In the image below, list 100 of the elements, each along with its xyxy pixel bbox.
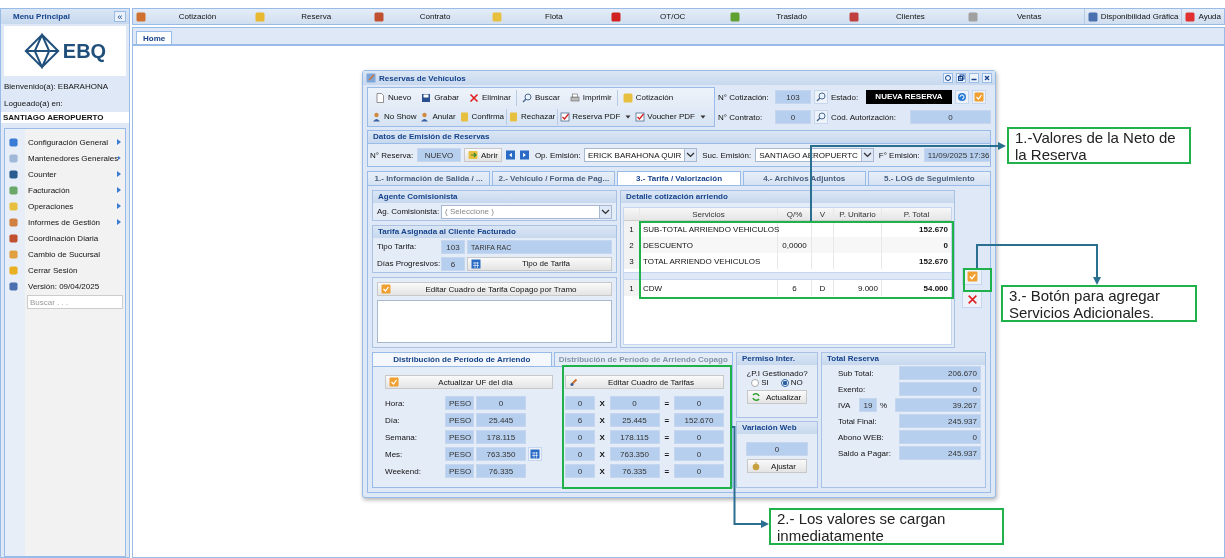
toolbar-button[interactable]: Nuevo: [370, 89, 417, 106]
tab[interactable]: 3.- Tarifa / Valorización: [617, 171, 741, 185]
field-label: Weekend:: [385, 466, 422, 476]
radio-button[interactable]: [780, 378, 789, 387]
previous-icon: [505, 150, 515, 160]
field-label: Sub Total:: [838, 368, 875, 378]
sync-button[interactable]: [955, 90, 969, 104]
reservation-number-field: NUEVO: [417, 148, 461, 162]
panel-header: Permiso Inter.: [737, 353, 817, 365]
search-field[interactable]: Buscar . . .: [27, 295, 123, 309]
agent-select[interactable]: ( Seleccione ): [441, 204, 612, 219]
minimize-button[interactable]: [969, 73, 979, 83]
toolbar-button[interactable]: Anular: [418, 108, 458, 125]
quantity-field: 0: [565, 464, 595, 478]
caret-icon: [699, 114, 706, 119]
total-value-field: 0: [899, 382, 981, 396]
open-button[interactable]: Abrir: [464, 148, 502, 162]
menu-item[interactable]: Coordinación Diaria: [5, 230, 125, 246]
field-label: Abono WEB:: [838, 432, 885, 442]
refresh-button[interactable]: [943, 73, 953, 83]
table-cell: 9.000: [834, 280, 882, 296]
toolbar-button[interactable]: Eliminar: [464, 89, 516, 106]
toolbar-button[interactable]: Buscar: [515, 89, 565, 106]
toolbar-button[interactable]: Confirma: [457, 108, 507, 125]
previous-button[interactable]: [504, 148, 516, 162]
toolbar-button[interactable]: Clientes: [845, 9, 965, 24]
tab[interactable]: 4.- Archivos Adjuntos: [742, 171, 866, 185]
adjust-button[interactable]: Ajustar: [747, 459, 807, 473]
toolbar-button[interactable]: Ayuda: [1181, 9, 1224, 24]
next-icon: [519, 150, 529, 160]
collapse-button[interactable]: «: [114, 11, 126, 22]
field-label: Exento:: [838, 384, 867, 394]
search-icon: [816, 92, 826, 102]
calendar-icon: [471, 258, 481, 269]
toolbar-button[interactable]: Voucher PDF: [633, 108, 708, 125]
edit-copago-button[interactable]: Editar Cuadro de Tarifa Copago por Tramo: [377, 282, 612, 296]
menu-item[interactable]: Facturación: [5, 182, 125, 198]
search-button[interactable]: [814, 110, 828, 124]
row-number: 1: [624, 280, 640, 296]
money-bag-icon: [751, 461, 761, 471]
field-label: Hora:: [385, 398, 406, 408]
menu-item[interactable]: Cerrar Sesión: [5, 262, 125, 278]
radio-button[interactable]: [751, 378, 760, 387]
check-icon: [389, 377, 399, 387]
radio-option[interactable]: SI: [751, 378, 769, 387]
search-button[interactable]: [814, 90, 828, 104]
toolbar-button[interactable]: Cotización: [616, 89, 679, 106]
total-value-field: 39.267: [895, 398, 981, 412]
menu-item[interactable]: Informes de Gestión: [5, 214, 125, 230]
field-label: F° Emisión:: [878, 150, 921, 160]
tile-icon: [730, 11, 741, 22]
toolbar-button[interactable]: OT/OC: [608, 9, 728, 24]
restore-button[interactable]: [956, 73, 966, 83]
quote-number-field: 103: [775, 90, 811, 104]
toolbar-button[interactable]: Cotización: [133, 9, 252, 24]
toolbar-button[interactable]: Imprimir: [564, 89, 617, 106]
tab[interactable]: Distribución de Período de Arriendo: [372, 352, 552, 366]
toolbar-button[interactable]: Reserva PDF: [557, 108, 634, 125]
close-button[interactable]: [982, 73, 992, 83]
menu-item[interactable]: Mantenedores Generales: [5, 150, 125, 166]
menu-item[interactable]: Counter: [5, 166, 125, 182]
toolbar-button[interactable]: Traslado: [727, 9, 846, 24]
radio-option[interactable]: NO: [780, 378, 803, 387]
tariff-type-button[interactable]: Tipo de Tarifa: [467, 256, 612, 271]
toolbar-button[interactable]: Grabar: [416, 89, 465, 106]
tile-icon: [373, 11, 384, 22]
toolbar-button[interactable]: Disponibilidad Gráfica: [1083, 9, 1182, 24]
menu-item[interactable]: Cambio de Sucursal: [5, 246, 125, 262]
operator-select[interactable]: ERICK BARAHONA QUIR: [583, 148, 698, 162]
caret-icon: [599, 205, 611, 218]
toolbar-button[interactable]: Reserva: [251, 9, 371, 24]
update-uf-button[interactable]: Actualizar UF del día: [385, 375, 553, 389]
toolbar-button[interactable]: No Show: [370, 108, 419, 125]
person-icon: [420, 111, 431, 122]
tab[interactable]: 1.- Información de Salida / ...: [367, 171, 491, 185]
toolbar-button[interactable]: Rechazar: [506, 108, 558, 125]
welcome-text: Bienvenido(a): EBARAHONA: [4, 81, 110, 93]
tab[interactable]: 5.- LOG de Seguimiento: [867, 171, 991, 185]
login-label: Logueado(a) en:: [4, 98, 64, 110]
total-value-field: 245.937: [899, 414, 981, 428]
next-button[interactable]: [518, 148, 530, 162]
submenu-arrow-icon: [117, 171, 121, 177]
column-header: Q/%: [778, 208, 812, 220]
update-button[interactable]: Actualizar: [747, 390, 807, 404]
tile-icon: [366, 73, 376, 83]
calendar-button[interactable]: [528, 447, 542, 461]
tab[interactable]: 2.- Vehículo / Forma de Pag...: [492, 171, 616, 185]
menu-item[interactable]: Operaciones: [5, 198, 125, 214]
equals-sign: =: [663, 449, 671, 459]
menu-item[interactable]: Versión: 09/04/2025: [5, 278, 125, 294]
toolbar-button[interactable]: Flota: [489, 9, 609, 24]
notes-field[interactable]: [377, 300, 612, 343]
menu-item[interactable]: Configuración General: [5, 134, 125, 150]
tile-icon: [622, 92, 633, 103]
edit-tariffs-button[interactable]: Editar Cuadro de Tarifas: [565, 375, 724, 389]
page-tab[interactable]: Home: [136, 31, 173, 44]
document-icon: [375, 92, 385, 103]
currency-field: PESO: [445, 413, 474, 427]
toolbar-button[interactable]: Contrato: [370, 9, 490, 24]
toolbar-button[interactable]: Ventas: [964, 9, 1084, 24]
